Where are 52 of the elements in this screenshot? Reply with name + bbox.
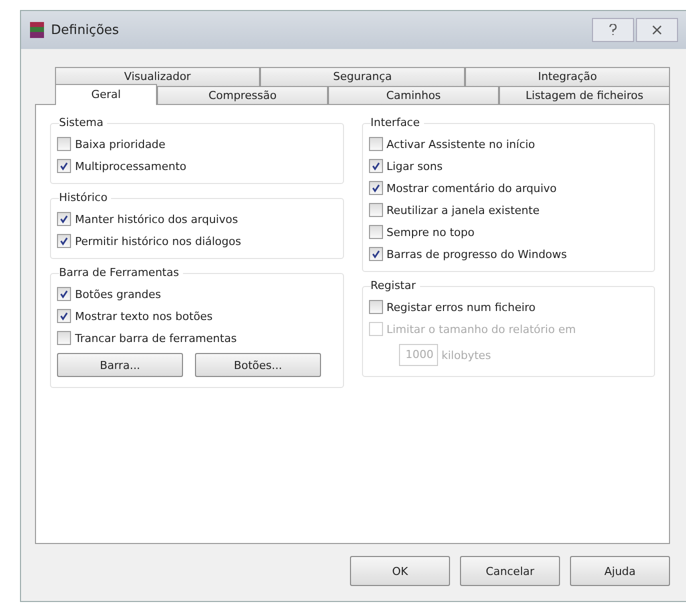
books-icon — [29, 21, 45, 39]
tab[interactable]: Geral — [55, 84, 157, 105]
close-icon — [652, 25, 662, 35]
checkbox[interactable] — [57, 137, 71, 151]
checkbox-label: Baixa prioridade — [75, 138, 166, 150]
checkbox-label: Registar erros num ficheiro — [386, 300, 536, 314]
tab[interactable]: Compressão — [157, 86, 328, 105]
checkbox-label: Permitir histórico nos diálogos — [75, 234, 242, 248]
group-title: Histórico — [59, 191, 112, 204]
tab[interactable]: Integração — [465, 67, 670, 86]
checkbox-label: Ligar sons — [386, 160, 443, 172]
checkbox[interactable] — [368, 203, 382, 217]
tab[interactable]: Segurança — [260, 67, 465, 86]
question-icon — [609, 24, 617, 36]
unit-label: kilobytes — [442, 348, 492, 362]
checkbox[interactable] — [57, 234, 71, 248]
checkbox[interactable] — [368, 159, 382, 173]
checkbox[interactable] — [368, 181, 382, 195]
tab[interactable]: Visualizador — [55, 67, 260, 86]
checkbox-label: Manter histórico dos arquivos — [75, 212, 238, 226]
group-title: Interface — [370, 116, 424, 129]
dialog-button[interactable]: Cancelar — [460, 556, 560, 586]
button[interactable]: Barra... — [57, 353, 183, 377]
checkbox-label: Trancar barra de ferramentas — [75, 332, 237, 344]
checkbox[interactable] — [57, 212, 71, 226]
checkbox-label: Multiprocessamento — [75, 160, 186, 172]
checkbox[interactable] — [368, 137, 382, 151]
window-title: Definições — [51, 22, 119, 38]
group-title: Sistema — [59, 116, 108, 129]
checkbox[interactable] — [57, 159, 71, 173]
dialog-button[interactable]: Ajuda — [570, 556, 670, 586]
checkbox[interactable] — [57, 309, 71, 323]
checkbox[interactable] — [368, 225, 382, 239]
group-title: Barra de Ferramentas — [59, 266, 183, 279]
checkbox[interactable] — [57, 331, 71, 345]
checkbox-label: Mostrar texto nos botões — [75, 310, 213, 322]
checkbox-label: Sempre no topo — [386, 226, 474, 238]
checkbox[interactable] — [57, 287, 71, 301]
checkbox[interactable] — [368, 300, 382, 314]
checkbox-label: Mostrar comentário do arquivo — [386, 182, 557, 194]
button[interactable]: Botões... — [195, 353, 321, 377]
dialog-button[interactable]: OK — [350, 556, 450, 586]
group-title: Registar — [370, 279, 420, 292]
checkbox[interactable] — [368, 247, 382, 261]
close-button[interactable] — [636, 18, 678, 42]
tab[interactable]: Caminhos — [328, 86, 499, 105]
checkbox-label: Reutilizar a janela existente — [386, 204, 540, 216]
checkbox-label: Barras de progresso do Windows — [386, 248, 567, 260]
checkbox-label: Activar Assistente no início — [386, 138, 536, 150]
checkbox-label: Botões grandes — [75, 288, 162, 300]
tab[interactable]: Listagem de ficheiros — [499, 86, 670, 105]
checkbox-label: Limitar o tamanho do relatório em — [386, 322, 576, 336]
